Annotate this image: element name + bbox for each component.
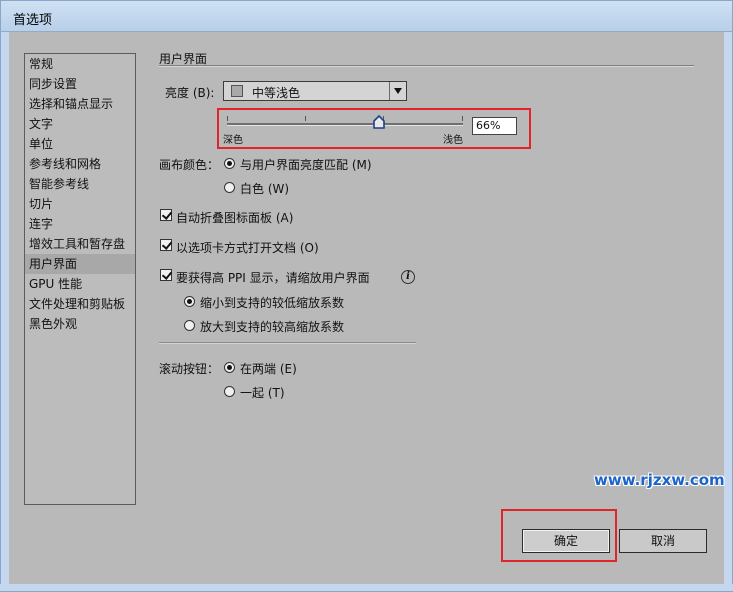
canvas-color-white-radio[interactable] xyxy=(224,182,235,193)
slider-tick xyxy=(227,116,228,121)
sidebar-item-type[interactable]: 文字 xyxy=(25,114,135,134)
scale-ui-high-ppi-checkbox[interactable] xyxy=(160,269,172,281)
sidebar-item-smart-guides[interactable]: 智能参考线 xyxy=(25,174,135,194)
sidebar-item-general[interactable]: 常规 xyxy=(25,54,135,74)
scroll-buttons-both-ends-label: 在两端 (E) xyxy=(240,362,297,376)
scale-down-label: 缩小到支持的较低缩放系数 xyxy=(200,296,345,310)
chevron-down-icon[interactable] xyxy=(389,82,406,100)
sidebar-item-appearance-of-black[interactable]: 黑色外观 xyxy=(25,314,135,334)
sidebar-item-sync-settings[interactable]: 同步设置 xyxy=(25,74,135,94)
canvas-color-match-label: 与用户界面亮度匹配 (M) xyxy=(240,158,372,172)
section-divider xyxy=(159,65,694,67)
sidebar-item-selection-anchor-display[interactable]: 选择和锚点显示 xyxy=(25,94,135,114)
slider-tick xyxy=(305,116,306,121)
sidebar-item-slices[interactable]: 切片 xyxy=(25,194,135,214)
options-divider xyxy=(159,342,416,344)
watermark: www.rjzxw.com xyxy=(594,471,725,489)
window-frame-left xyxy=(0,32,9,592)
info-icon[interactable]: i xyxy=(401,270,415,284)
canvas-color-white-label: 白色 (W) xyxy=(240,182,290,196)
brightness-selected-value: 中等浅色 xyxy=(252,86,301,100)
category-list: 常规 同步设置 选择和锚点显示 文字 单位 参考线和网格 智能参考线 切片 连字… xyxy=(24,53,136,505)
sidebar-item-units[interactable]: 单位 xyxy=(25,134,135,154)
sidebar-item-guides-grid[interactable]: 参考线和网格 xyxy=(25,154,135,174)
open-docs-as-tabs-checkbox[interactable] xyxy=(160,239,172,251)
sidebar-item-user-interface[interactable]: 用户界面 xyxy=(25,254,135,274)
scroll-buttons-label: 滚动按钮： xyxy=(159,362,220,376)
auto-collapse-panels-label: 自动折叠图标面板 (A) xyxy=(176,211,294,225)
scroll-buttons-together-radio[interactable] xyxy=(224,386,235,397)
brightness-slider-thumb[interactable] xyxy=(372,115,386,129)
open-docs-as-tabs-label: 以选项卡方式打开文档 (O) xyxy=(176,241,319,255)
brightness-swatch xyxy=(231,85,243,97)
scale-up-radio[interactable] xyxy=(184,320,195,331)
scale-down-radio[interactable] xyxy=(184,296,195,307)
canvas-color-label: 画布颜色： xyxy=(159,158,220,172)
slider-dark-label: 深色 xyxy=(223,135,243,146)
window-title: 首选项 xyxy=(13,13,53,28)
scroll-buttons-both-ends-radio[interactable] xyxy=(224,362,235,373)
window-frame-right xyxy=(724,32,733,592)
cancel-button[interactable]: 取消 xyxy=(619,529,707,553)
brightness-percent-input[interactable]: 66% xyxy=(472,117,517,135)
slider-tick xyxy=(462,116,463,121)
sidebar-item-plugins-scratch-disks[interactable]: 增效工具和暂存盘 xyxy=(25,234,135,254)
sidebar-item-file-handling-clipboard[interactable]: 文件处理和剪贴板 xyxy=(25,294,135,314)
brightness-label: 亮度 (B): xyxy=(165,86,215,100)
ok-button[interactable]: 确定 xyxy=(522,529,610,553)
sidebar-item-hyphenation[interactable]: 连字 xyxy=(25,214,135,234)
slider-light-label: 浅色 xyxy=(443,135,463,146)
canvas-color-match-radio[interactable] xyxy=(224,158,235,169)
brightness-dropdown[interactable]: 中等浅色 xyxy=(223,81,407,101)
scale-ui-high-ppi-label: 要获得高 PPI 显示，请缩放用户界面 xyxy=(176,271,370,285)
window-frame-bottom xyxy=(0,584,733,592)
auto-collapse-panels-checkbox[interactable] xyxy=(160,209,172,221)
brightness-slider-track[interactable] xyxy=(227,123,463,126)
scale-up-label: 放大到支持的较高缩放系数 xyxy=(200,320,345,334)
scroll-buttons-together-label: 一起 (T) xyxy=(240,386,285,400)
dialog-body: 常规 同步设置 选择和锚点显示 文字 单位 参考线和网格 智能参考线 切片 连字… xyxy=(9,32,725,584)
sidebar-item-gpu-performance[interactable]: GPU 性能 xyxy=(25,274,135,294)
title-bar: 首选项 xyxy=(0,0,733,32)
